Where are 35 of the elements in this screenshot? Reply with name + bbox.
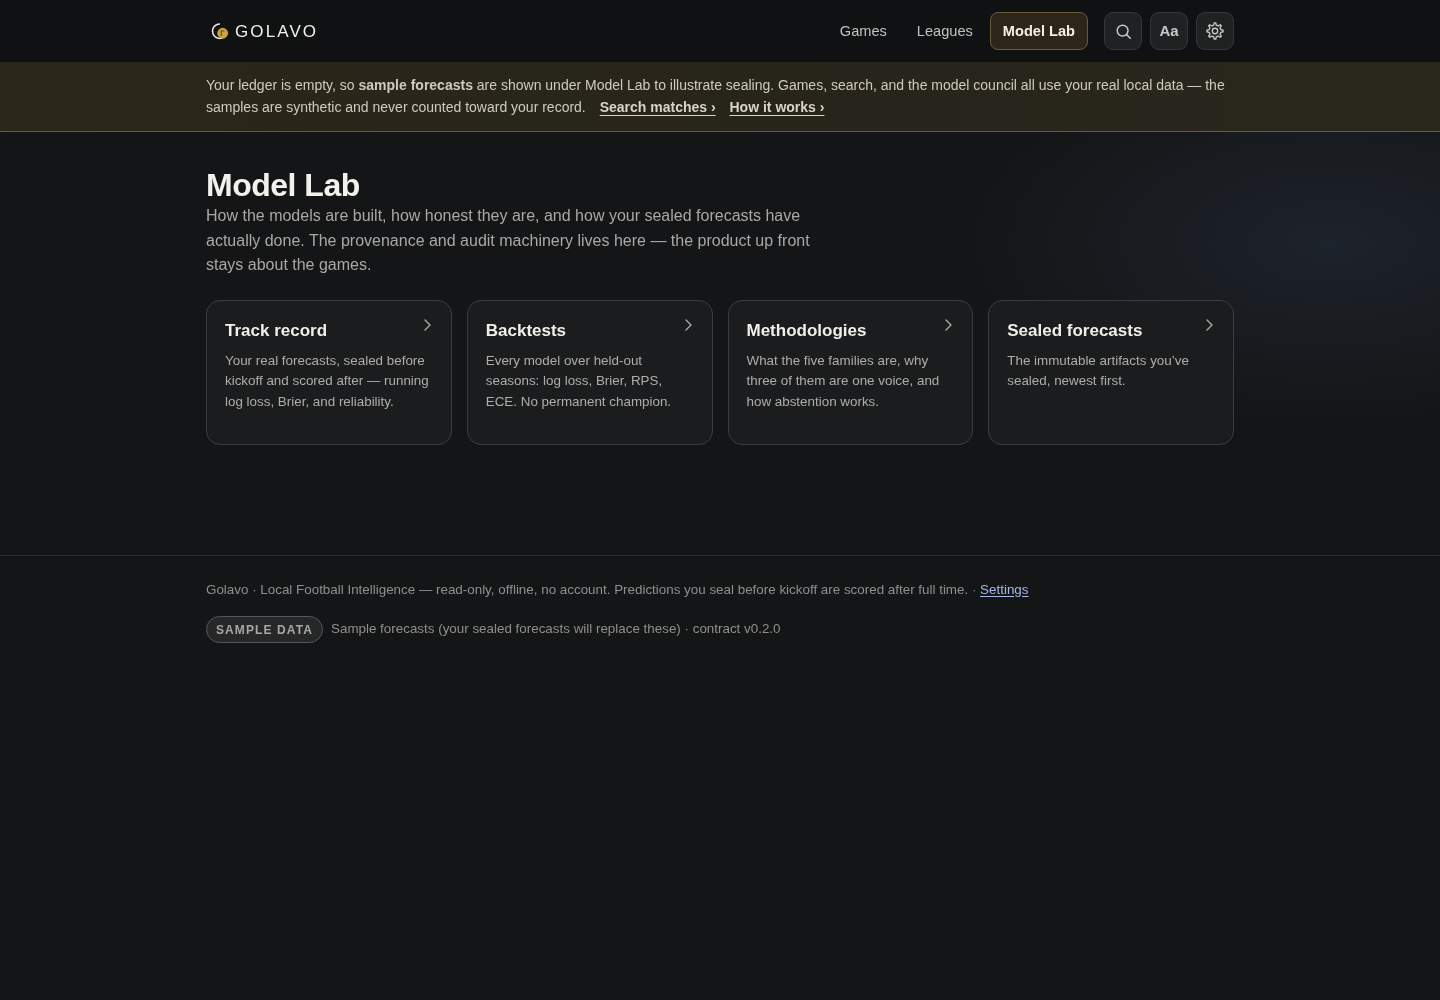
nav-tab[interactable]: Leagues	[903, 12, 986, 50]
card-description: The immutable artifacts you’ve sealed, newest first.	[1007, 351, 1190, 390]
card-description: What the five families are, why three of them are one voice, and how abstention works.	[746, 351, 941, 411]
page-title: Model Lab	[206, 166, 361, 204]
card-title: Track record	[225, 319, 329, 342]
settings-link[interactable]: Settings	[980, 581, 1029, 597]
section-card[interactable]: Track record Your real forecasts, sealed before kickoff and scored after — running log loss, Brier, and reliability.	[206, 299, 452, 445]
brand-logo[interactable]: GOLAVO	[210, 22, 319, 40]
chevron-right-icon	[684, 318, 692, 331]
card-title: Methodologies	[746, 319, 868, 342]
how-it-works-link[interactable]: How it works ›	[729, 99, 825, 115]
section-card[interactable]: Backtests Every model over held-out seasons: log loss, Brier, RPS, ECE. No permanent champion.	[466, 299, 713, 445]
section-card[interactable]: Sealed forecasts The immutable artifacts you’ve sealed, newest first.	[988, 299, 1234, 445]
footer-note: Sample forecasts (your sealed forecasts will replace these) · contract v0.2.0	[331, 619, 781, 638]
chevron-right-icon	[945, 318, 953, 331]
nav-tab[interactable]: Model Lab	[989, 12, 1088, 50]
chevron-right-icon	[423, 318, 431, 331]
page-intro: How the models are built, how honest they are, and how your sealed forecasts have actually done. The provenance and audit machinery lives here — the product up front stays about the games.	[206, 206, 811, 275]
search-matches-link[interactable]: Search matches ›	[599, 99, 716, 115]
settings-button[interactable]	[1196, 12, 1234, 50]
logo-icon	[210, 22, 229, 40]
card-title: Sealed forecasts	[1007, 319, 1144, 342]
card-title: Backtests	[485, 319, 568, 342]
text-size-button[interactable]: Aa	[1150, 12, 1188, 50]
card-description: Your real forecasts, sealed before kickoff and scored after — running log loss, Brier, and reliability.	[225, 351, 430, 411]
search-button[interactable]	[1104, 12, 1142, 50]
search-icon	[1115, 23, 1131, 39]
settings-icon	[1206, 22, 1224, 40]
footer-text: Golavo · Local Football Intelligence — read-only, offline, no account. Predictions you seal before kickoff are scored after full time. · Settings	[206, 580, 1030, 599]
sample-data-badge: SAMPLE DATA	[206, 615, 323, 643]
chevron-right-icon	[1206, 318, 1213, 331]
section-card[interactable]: Methodologies What the five families are, why three of them are one voice, and how abstention works.	[727, 299, 974, 445]
nav-tab[interactable]: Games	[826, 12, 900, 50]
notice-text: Your ledger is empty, so sample forecasts are shown under Model Lab to illustrate sealing. Games, search, and the model council all use your real local data — the samples are synthetic and never counted toward your record. Search matches › How it works ›	[206, 76, 1226, 117]
card-description: Every model over held-out seasons: log loss, Brier, RPS, ECE. No permanent champion.	[485, 351, 673, 411]
